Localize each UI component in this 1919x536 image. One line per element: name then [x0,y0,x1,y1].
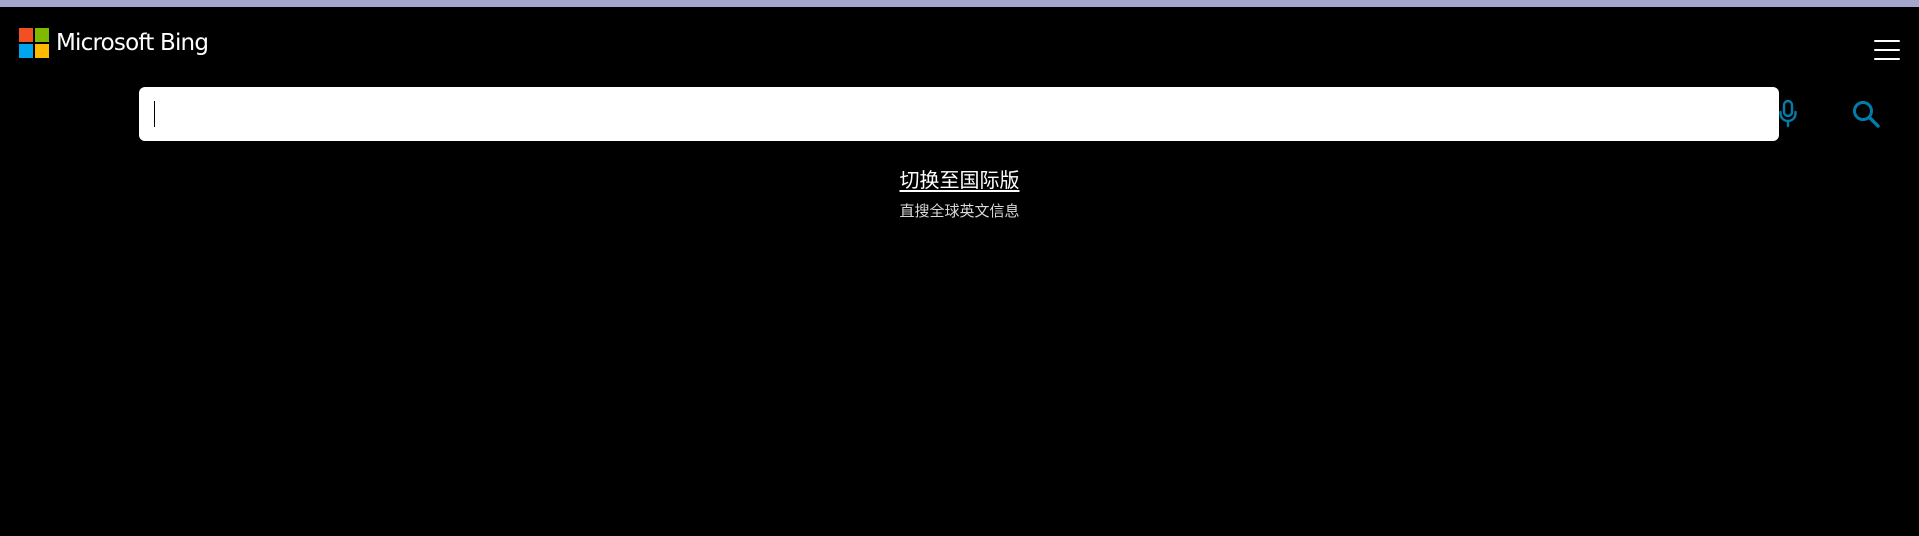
microphone-icon[interactable] [1772,98,1804,130]
switch-international-subtitle: 直搜全球英文信息 [899,202,1020,220]
microsoft-logo-icon [19,28,49,58]
search-input[interactable] [153,95,1633,133]
top-accent-strip [0,0,1919,7]
hamburger-menu-icon[interactable] [1874,38,1900,62]
logo-text: Microsoft Bing [56,30,209,56]
text-caret [154,101,155,127]
bing-logo[interactable]: Microsoft Bing [19,28,209,58]
switch-international-container: 切换至国际版 [0,166,1919,194]
search-box [139,87,1880,141]
switch-international-link[interactable]: 切换至国际版 [900,168,1020,192]
header [0,7,1919,79]
search-icon[interactable] [1850,98,1882,130]
